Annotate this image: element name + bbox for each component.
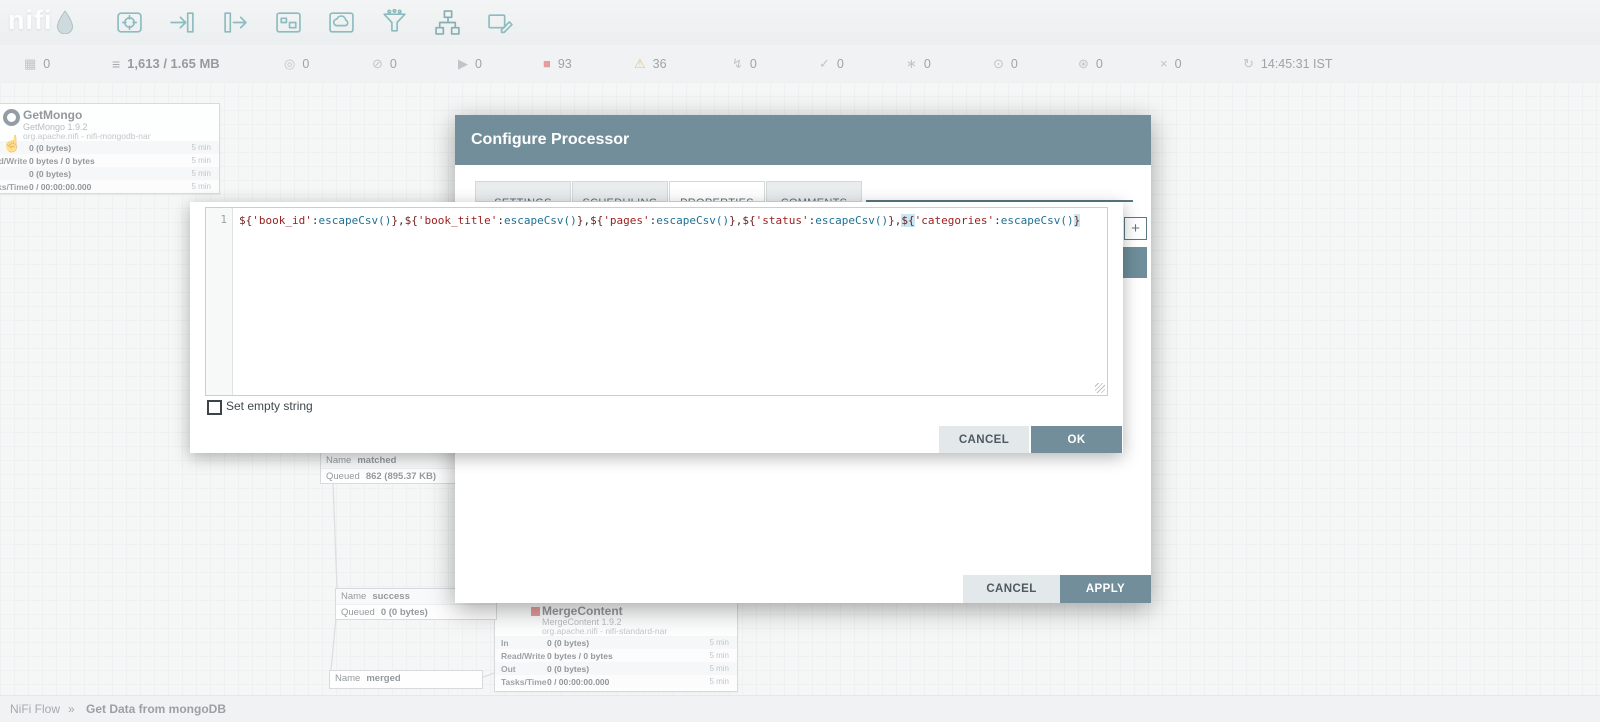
add-property-button[interactable]: + — [1124, 217, 1147, 240]
nifi-app: nifi — [0, 0, 1600, 722]
tab-properties[interactable]: PROPERTIES — [669, 181, 765, 202]
dialog-cancel-button[interactable]: CANCEL — [963, 575, 1060, 603]
expression-code-line[interactable]: ${'book_id':escapeCsv()},${'book_title':… — [239, 213, 1103, 228]
line-number-gutter: 1 — [206, 208, 233, 395]
dialog-apply-button[interactable]: APPLY — [1060, 575, 1151, 603]
set-empty-string-label: Set empty string — [226, 399, 313, 413]
tab-scheduling[interactable]: SCHEDULING — [572, 181, 668, 202]
dialog-title: Configure Processor — [471, 115, 629, 165]
expression-cancel-button[interactable]: CANCEL — [939, 426, 1029, 453]
tab-settings[interactable]: SETTINGS — [475, 181, 571, 202]
property-value-cell-highlight — [1121, 247, 1147, 278]
line-number: 1 — [220, 213, 227, 226]
tab-comments[interactable]: COMMENTS — [766, 181, 862, 202]
set-empty-string-checkbox[interactable] — [207, 400, 222, 415]
expression-ok-button[interactable]: OK — [1031, 426, 1122, 453]
resize-handle[interactable] — [1095, 383, 1105, 393]
code-area[interactable]: ${'book_id':escapeCsv()},${'book_title':… — [233, 208, 1107, 395]
expression-code-editor[interactable]: 1 ${'book_id':escapeCsv()},${'book_title… — [205, 207, 1108, 396]
expression-editor-popup: 1 ${'book_id':escapeCsv()},${'book_title… — [190, 202, 1123, 453]
dialog-header: Configure Processor — [455, 115, 1151, 165]
